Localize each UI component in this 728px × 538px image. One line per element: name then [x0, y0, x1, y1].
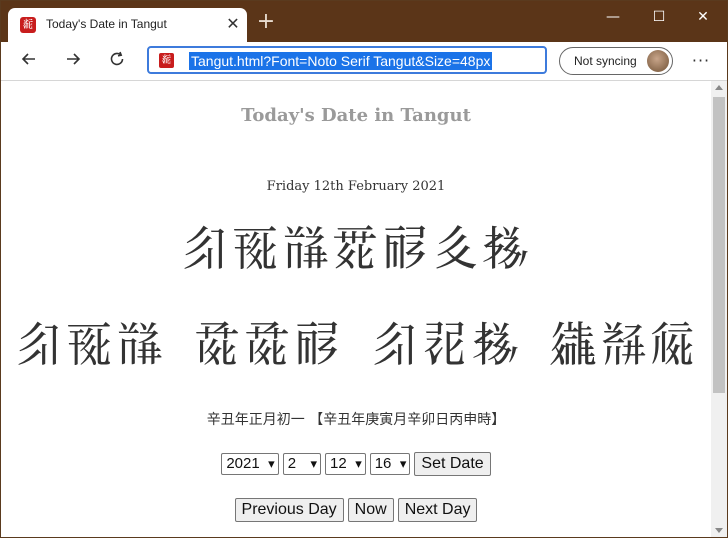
month-select[interactable]: 2: [282, 453, 322, 475]
hour-select[interactable]: 16: [369, 453, 411, 475]
chinese-cyclical-date: 辛丑年正月初一 【辛丑年庚寅月辛卯日丙申時】: [206, 412, 506, 428]
page-title: Today's Date in Tangut: [241, 105, 471, 126]
previous-day-button[interactable]: Previous Day: [234, 498, 344, 522]
back-arrow-icon[interactable]: [17, 49, 41, 73]
page-content: Today's Date in Tangut Friday 12th Febru…: [1, 81, 711, 537]
vertical-scrollbar[interactable]: [711, 81, 727, 537]
day-select[interactable]: 12: [325, 453, 366, 475]
close-window-button[interactable]: ✕: [681, 5, 725, 29]
tangut-date-line: 𗼃𗀔𘁪𗴲𗟲𗢨𗈪: [180, 221, 531, 277]
sync-label: Not syncing: [574, 54, 637, 68]
address-url[interactable]: Tangut.html?Font=Noto Serif Tangut&Size=…: [189, 52, 493, 70]
browser-toolbar: 𘂋 Tangut.html?Font=Noto Serif Tangut&Siz…: [1, 42, 727, 81]
new-tab-button[interactable]: +: [255, 11, 277, 34]
sync-button[interactable]: Not syncing: [559, 47, 673, 75]
site-favicon-icon: 𘂋: [159, 53, 174, 68]
year-select[interactable]: 2021: [221, 453, 279, 475]
minimize-button[interactable]: —: [591, 5, 635, 29]
browser-window: 𘂋 Today's Date in Tangut ✕ + — ☐ ✕ 𘂋 Tan…: [0, 0, 728, 538]
set-date-button[interactable]: Set Date: [414, 452, 491, 476]
scrollbar-thumb[interactable]: [713, 97, 725, 393]
more-menu-icon[interactable]: ···: [689, 49, 713, 73]
tangut-date-detail: 𗼃𗀔𘁪 𗱕𗱕𗟲 𗼃𗕿𗈪 𗪘𘃣𗏁: [1, 317, 711, 373]
title-bar: 𘂋 Today's Date in Tangut ✕ + — ☐ ✕: [1, 1, 727, 42]
next-day-button[interactable]: Next Day: [397, 498, 478, 522]
english-date: Friday 12th February 2021: [266, 179, 446, 194]
avatar: [647, 50, 669, 72]
maximize-button[interactable]: ☐: [637, 5, 681, 29]
tangut-word: 𗼃𗕿𗈪: [371, 317, 522, 373]
address-bar[interactable]: 𘂋 Tangut.html?Font=Noto Serif Tangut&Siz…: [147, 46, 547, 74]
close-tab-icon[interactable]: ✕: [222, 13, 244, 35]
browser-tab[interactable]: 𘂋 Today's Date in Tangut ✕: [8, 8, 247, 42]
tab-title: Today's Date in Tangut: [46, 17, 167, 31]
tangut-word: 𗼃𗀔𘁪: [15, 317, 166, 373]
tangut-word: 𗱕𗱕𗟲: [193, 317, 344, 373]
forward-arrow-icon[interactable]: [61, 49, 85, 73]
tangut-word: 𗪘𘃣𗏁: [549, 317, 700, 373]
scroll-up-icon[interactable]: [715, 85, 723, 90]
now-button[interactable]: Now: [347, 498, 394, 522]
date-controls: 2021 2 12 16 Set Date: [1, 452, 711, 476]
refresh-icon[interactable]: [105, 49, 129, 73]
scroll-down-icon[interactable]: [715, 528, 723, 533]
tab-favicon-icon: 𘂋: [20, 17, 36, 33]
day-navigation: Previous Day Now Next Day: [1, 498, 711, 522]
